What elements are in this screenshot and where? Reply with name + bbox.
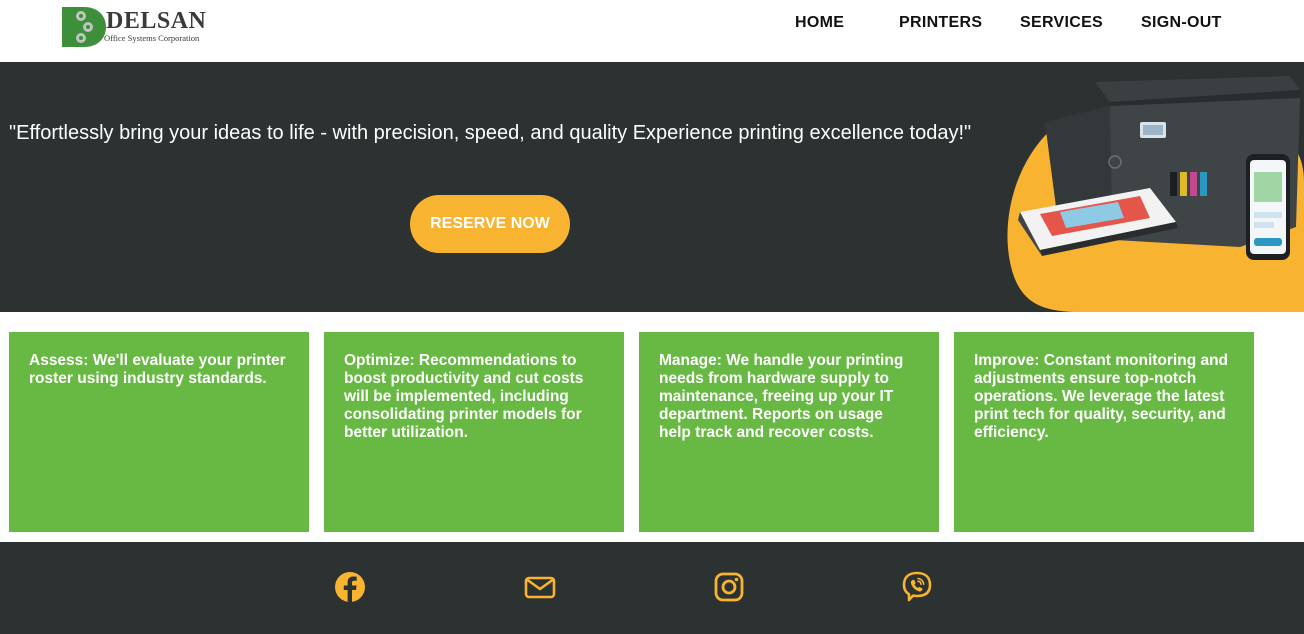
hero-banner: "Effortlessly bring your ideas to life -… [0, 62, 1304, 312]
main-nav: HOME PRINTERS SERVICES SIGN-OUT [0, 14, 1304, 34]
instagram-icon [714, 572, 744, 602]
card-manage-text: Manage: We handle your printing needs fr… [659, 352, 904, 441]
card-optimize-text: Optimize: Recommendations to boost produ… [344, 352, 584, 441]
site-footer [0, 542, 1304, 634]
card-assess: Assess: We'll evaluate your printer rost… [9, 332, 309, 532]
logo-subtitle: Office Systems Corporation [104, 33, 200, 43]
email-link[interactable] [523, 570, 557, 604]
facebook-icon [335, 572, 365, 602]
instagram-link[interactable] [712, 570, 746, 604]
card-manage: Manage: We handle your printing needs fr… [639, 332, 939, 532]
services-cards: Assess: We'll evaluate your printer rost… [0, 312, 1304, 542]
nav-services[interactable]: SERVICES [1020, 14, 1103, 32]
viber-icon [902, 571, 932, 602]
hero-tagline: "Effortlessly bring your ideas to life -… [9, 122, 972, 144]
nav-printers[interactable]: PRINTERS [899, 14, 982, 32]
viber-link[interactable] [900, 570, 934, 604]
card-improve: Improve: Constant monitoring and adjustm… [954, 332, 1254, 532]
card-assess-text: Assess: We'll evaluate your printer rost… [29, 352, 286, 387]
nav-home[interactable]: HOME [795, 14, 844, 32]
site-header: DELSAN Office Systems Corporation HOME P… [0, 0, 1304, 62]
printer-illustration-icon [1007, 76, 1304, 312]
reserve-now-button[interactable]: RESERVE NOW [410, 195, 570, 253]
card-improve-text: Improve: Constant monitoring and adjustm… [974, 352, 1229, 441]
card-optimize: Optimize: Recommendations to boost produ… [324, 332, 624, 532]
facebook-link[interactable] [333, 570, 367, 604]
nav-sign-out[interactable]: SIGN-OUT [1141, 14, 1222, 32]
email-icon [524, 576, 556, 599]
